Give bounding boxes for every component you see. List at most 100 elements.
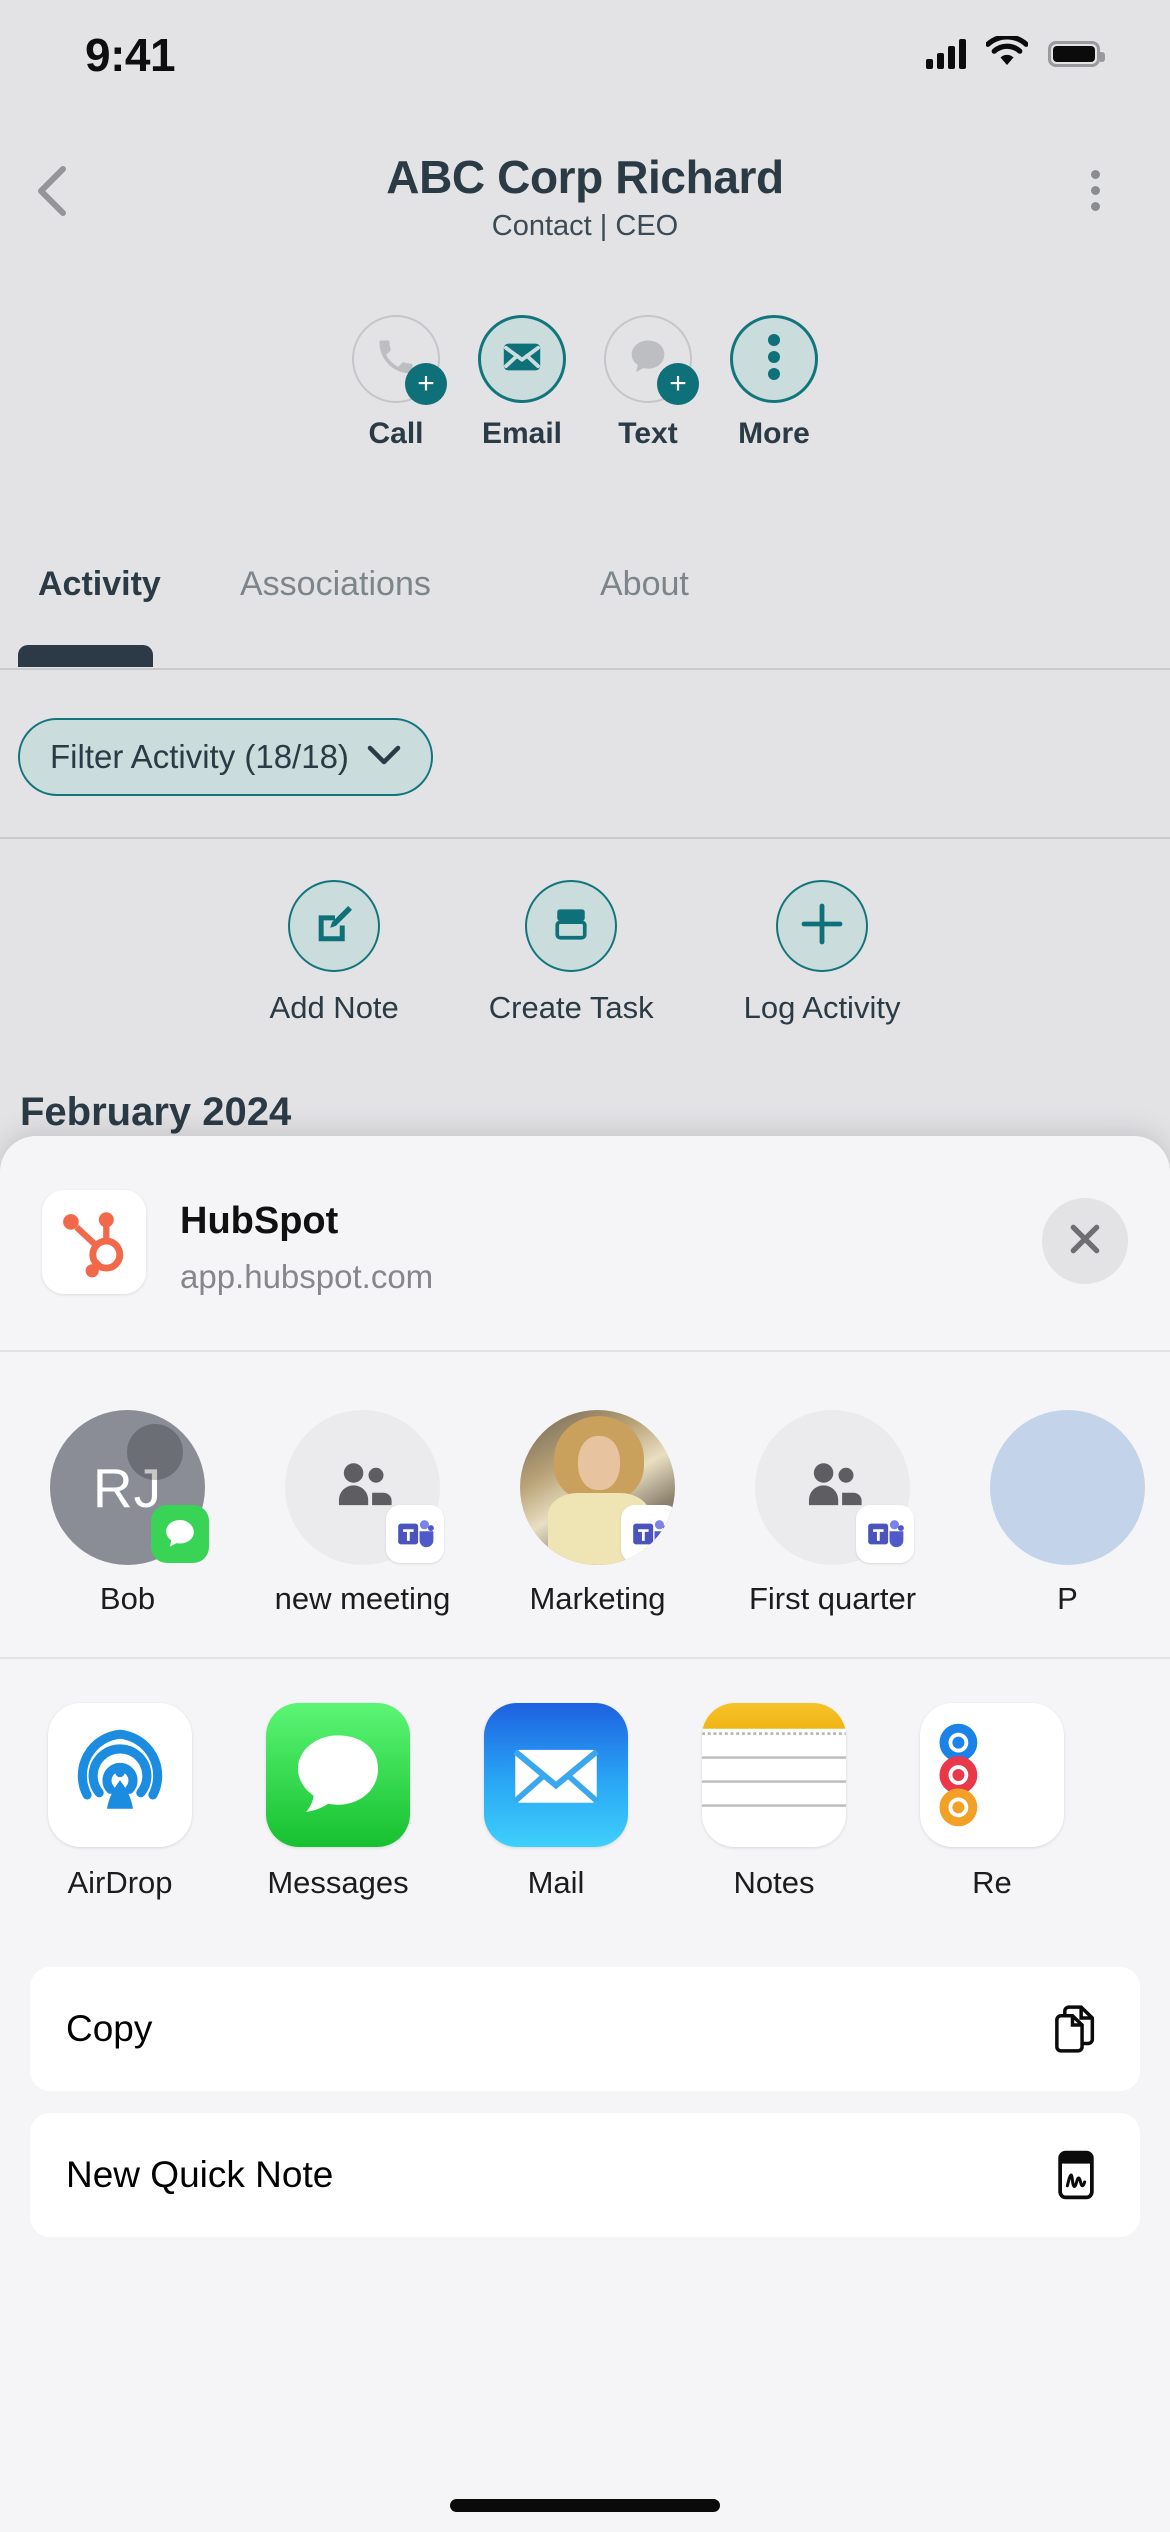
share-app-airdrop[interactable]: AirDrop bbox=[34, 1702, 206, 1901]
log-activity-button[interactable]: Log Activity bbox=[743, 880, 901, 1026]
status-bar-icons bbox=[926, 34, 1105, 72]
tab-bar: Activity Associations About bbox=[0, 555, 1170, 670]
share-contact-label: Marketing bbox=[529, 1581, 666, 1616]
copy-icon bbox=[1046, 1999, 1106, 2059]
status-bar-time: 9:41 bbox=[85, 29, 176, 81]
messages-icon bbox=[266, 1702, 410, 1847]
pencil-square-icon bbox=[311, 901, 357, 952]
share-app-label: Messages bbox=[267, 1864, 409, 1900]
envelope-icon bbox=[499, 334, 545, 385]
avatar: RJ bbox=[50, 1410, 209, 1565]
teams-badge-icon bbox=[621, 1505, 675, 1563]
filter-divider bbox=[0, 837, 1170, 839]
share-sheet-header: HubSpot app.hubspot.com bbox=[0, 1136, 1170, 1350]
share-contact-label: Bob bbox=[99, 1581, 156, 1616]
add-note-button[interactable]: Add Note bbox=[270, 880, 399, 1026]
share-contact-label: new meeting bbox=[274, 1581, 451, 1616]
share-app-name: HubSpot bbox=[180, 1200, 339, 1242]
task-card-icon bbox=[549, 902, 593, 951]
nav-title-block: ABC Corp Richard Contact | CEO bbox=[0, 150, 1170, 243]
tab-about[interactable]: About bbox=[600, 565, 689, 604]
avatar bbox=[520, 1410, 675, 1565]
action-label: New Quick Note bbox=[66, 2153, 334, 2195]
page-subtitle: Contact | CEO bbox=[491, 210, 679, 242]
hubspot-logo-icon bbox=[42, 1190, 146, 1294]
status-bar: 9:41 bbox=[0, 0, 1170, 110]
share-action-list: Copy New Quick Note bbox=[0, 1937, 1170, 2237]
page-title: ABC Corp Richard bbox=[386, 151, 784, 203]
share-contact-item[interactable]: P bbox=[970, 1410, 1165, 1617]
messages-badge-icon bbox=[151, 1505, 209, 1563]
back-button[interactable] bbox=[18, 158, 88, 228]
nav-header: ABC Corp Richard Contact | CEO bbox=[0, 150, 1170, 260]
share-app-label: Mail bbox=[527, 1864, 585, 1900]
action-new-quick-note[interactable]: New Quick Note bbox=[30, 2112, 1140, 2237]
action-copy[interactable]: Copy bbox=[30, 1966, 1140, 2091]
mail-icon bbox=[484, 1702, 628, 1847]
quick-action-call[interactable]: + Call bbox=[333, 315, 459, 451]
home-indicator bbox=[450, 2499, 720, 2512]
close-button[interactable] bbox=[1042, 1198, 1128, 1284]
avatar-initials: RJ bbox=[92, 1456, 163, 1519]
share-contact-label: First quarter bbox=[748, 1581, 917, 1616]
share-apps-row[interactable]: AirDrop Messages Mail Notes Re bbox=[0, 1659, 1170, 1937]
chevron-down-icon bbox=[367, 744, 401, 771]
share-app-reminders[interactable]: Re bbox=[906, 1702, 1078, 1901]
notes-icon bbox=[702, 1702, 846, 1847]
wifi-icon bbox=[985, 34, 1029, 72]
teams-badge-icon bbox=[386, 1505, 444, 1563]
add-text-badge-icon: + bbox=[657, 363, 699, 405]
tab-bar-divider bbox=[0, 668, 1170, 670]
share-app-mail[interactable]: Mail bbox=[470, 1702, 642, 1901]
quick-action-email[interactable]: Email bbox=[459, 315, 585, 451]
create-action-label: Log Activity bbox=[743, 990, 901, 1025]
timeline-month-heading: February 2024 bbox=[20, 1090, 292, 1134]
share-app-messages[interactable]: Messages bbox=[252, 1702, 424, 1901]
filter-section: Filter Activity (18/18) bbox=[0, 680, 1170, 840]
battery-full-icon bbox=[1048, 41, 1105, 67]
filter-activity-label: Filter Activity (18/18) bbox=[50, 738, 349, 775]
share-app-label: Notes bbox=[733, 1864, 815, 1900]
cellular-bars-icon bbox=[926, 39, 966, 69]
quick-action-label: Call bbox=[368, 417, 424, 450]
create-action-label: Add Note bbox=[269, 990, 399, 1025]
create-action-label: Create Task bbox=[488, 990, 654, 1025]
share-app-label: Re bbox=[972, 1864, 1012, 1900]
quick-action-more[interactable]: More bbox=[711, 315, 837, 451]
share-app-url: app.hubspot.com bbox=[180, 1258, 434, 1295]
more-dots-icon bbox=[767, 333, 781, 386]
create-task-button[interactable]: Create Task bbox=[489, 880, 654, 1026]
overflow-menu-icon[interactable] bbox=[1065, 160, 1125, 220]
quick-action-label: Text bbox=[618, 417, 678, 450]
share-contact-item[interactable]: RJ Bob bbox=[30, 1410, 225, 1617]
tab-associations[interactable]: Associations bbox=[240, 565, 431, 604]
share-sheet: HubSpot app.hubspot.com RJ Bob new meeti… bbox=[0, 1136, 1170, 2532]
create-actions-row: Add Note Create Task Log Activity bbox=[0, 880, 1170, 1026]
avatar bbox=[990, 1410, 1145, 1565]
teams-badge-icon bbox=[856, 1505, 914, 1563]
share-contact-item[interactable]: new meeting bbox=[265, 1410, 460, 1617]
share-contact-item[interactable]: Marketing bbox=[500, 1410, 695, 1617]
avatar bbox=[285, 1410, 444, 1565]
filter-activity-button[interactable]: Filter Activity (18/18) bbox=[18, 718, 433, 796]
reminders-icon bbox=[920, 1702, 1064, 1847]
quick-actions-row: + Call Email + Text More bbox=[0, 315, 1170, 451]
close-x-icon bbox=[1065, 1219, 1105, 1264]
share-app-notes[interactable]: Notes bbox=[688, 1702, 860, 1901]
share-app-label: AirDrop bbox=[67, 1864, 173, 1900]
share-contacts-row[interactable]: RJ Bob new meeting Marketing First quart… bbox=[0, 1352, 1170, 1657]
share-contact-label: P bbox=[1057, 1581, 1078, 1616]
quick-action-label: Email bbox=[481, 417, 563, 450]
avatar bbox=[755, 1410, 914, 1565]
quick-action-text[interactable]: + Text bbox=[585, 315, 711, 451]
quick-action-label: More bbox=[738, 417, 810, 450]
plus-icon bbox=[798, 900, 846, 953]
chevron-left-icon bbox=[33, 163, 73, 224]
add-call-badge-icon: + bbox=[405, 363, 447, 405]
tab-active-indicator bbox=[18, 645, 153, 667]
quick-note-icon bbox=[1046, 2145, 1106, 2205]
share-contact-item[interactable]: First quarter bbox=[735, 1410, 930, 1617]
tab-activity[interactable]: Activity bbox=[38, 565, 161, 604]
action-label: Copy bbox=[66, 2007, 153, 2049]
airdrop-icon bbox=[48, 1702, 192, 1847]
